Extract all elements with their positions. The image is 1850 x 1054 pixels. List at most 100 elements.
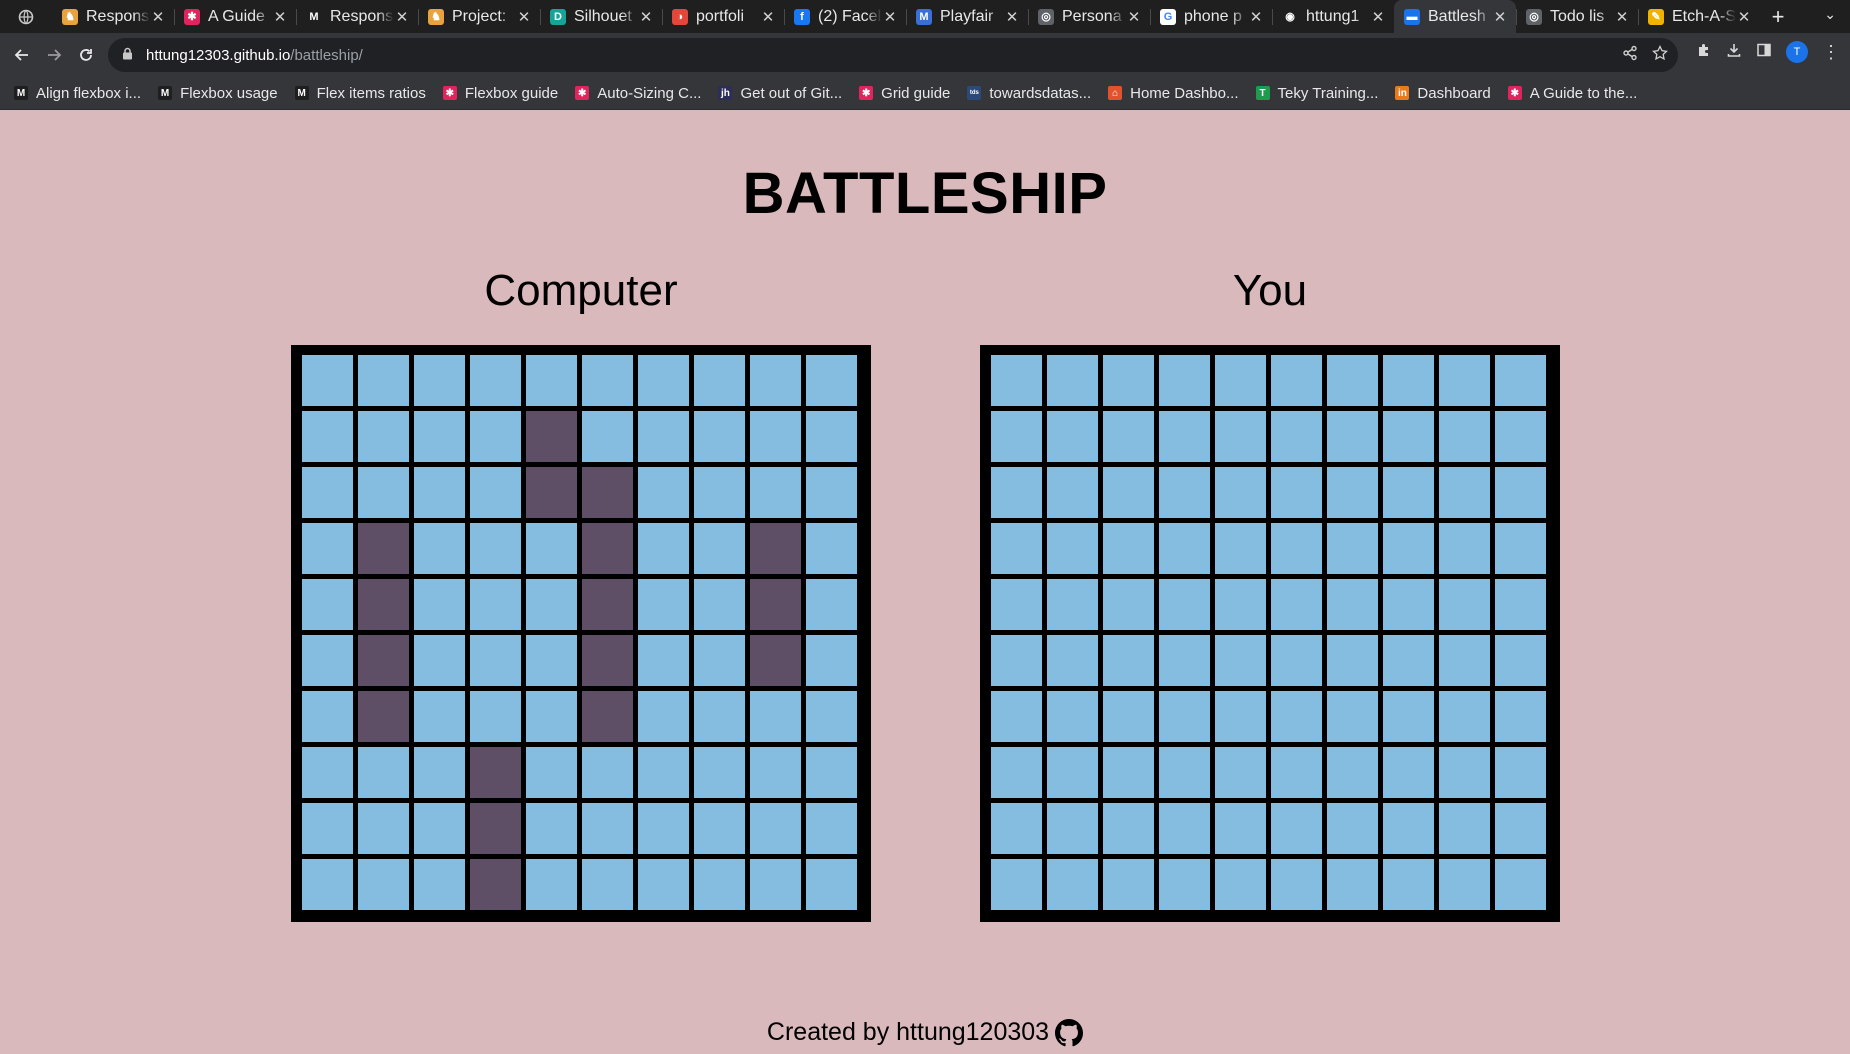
forward-button[interactable] xyxy=(38,39,70,71)
close-icon[interactable]: ✕ xyxy=(394,8,410,26)
close-icon[interactable]: ✕ xyxy=(882,8,898,26)
water-cell[interactable] xyxy=(750,411,801,462)
water-cell[interactable] xyxy=(1103,523,1154,574)
water-cell[interactable] xyxy=(1047,859,1098,910)
water-cell[interactable] xyxy=(991,523,1042,574)
water-cell[interactable] xyxy=(1383,859,1434,910)
water-cell[interactable] xyxy=(1103,355,1154,406)
water-cell[interactable] xyxy=(1439,691,1490,742)
extensions-icon[interactable] xyxy=(1696,42,1712,63)
water-cell[interactable] xyxy=(694,411,745,462)
water-cell[interactable] xyxy=(414,803,465,854)
water-cell[interactable] xyxy=(1159,355,1210,406)
water-cell[interactable] xyxy=(1215,635,1266,686)
water-cell[interactable] xyxy=(358,355,409,406)
browser-tab[interactable]: ◉ httung1 ✕ xyxy=(1272,0,1394,33)
bookmark-item[interactable]: tds towardsdatas... xyxy=(967,85,1091,102)
water-cell[interactable] xyxy=(1271,467,1322,518)
water-cell[interactable] xyxy=(694,467,745,518)
ship-cell[interactable] xyxy=(358,691,409,742)
water-cell[interactable] xyxy=(1439,355,1490,406)
water-cell[interactable] xyxy=(1159,411,1210,462)
water-cell[interactable] xyxy=(638,579,689,630)
browser-tab[interactable]: M Respons ✕ xyxy=(296,0,418,33)
water-cell[interactable] xyxy=(1327,523,1378,574)
water-cell[interactable] xyxy=(1495,411,1546,462)
browser-tab[interactable]: ◑ portfoli ✕ xyxy=(662,0,784,33)
water-cell[interactable] xyxy=(1103,635,1154,686)
browser-tab[interactable]: ✎ Etch-A-S ✕ xyxy=(1638,0,1760,33)
ship-cell[interactable] xyxy=(358,579,409,630)
water-cell[interactable] xyxy=(358,467,409,518)
water-cell[interactable] xyxy=(638,355,689,406)
water-cell[interactable] xyxy=(750,747,801,798)
water-cell[interactable] xyxy=(1327,579,1378,630)
water-cell[interactable] xyxy=(1159,859,1210,910)
water-cell[interactable] xyxy=(302,523,353,574)
water-cell[interactable] xyxy=(302,691,353,742)
close-icon[interactable]: ✕ xyxy=(638,8,654,26)
water-cell[interactable] xyxy=(638,411,689,462)
bookmark-item[interactable]: jh Get out of Git... xyxy=(718,85,842,102)
water-cell[interactable] xyxy=(991,803,1042,854)
browser-tab[interactable]: f (2) Facel ✕ xyxy=(784,0,906,33)
new-tab-button[interactable]: + xyxy=(1760,4,1796,30)
browser-tab[interactable]: Gphone p ✕ xyxy=(1150,0,1272,33)
water-cell[interactable] xyxy=(806,411,857,462)
water-cell[interactable] xyxy=(1327,467,1378,518)
reload-button[interactable] xyxy=(70,39,102,71)
water-cell[interactable] xyxy=(414,691,465,742)
water-cell[interactable] xyxy=(582,803,633,854)
ship-cell[interactable] xyxy=(582,467,633,518)
bookmark-item[interactable]: M Flex items ratios xyxy=(294,85,426,102)
water-cell[interactable] xyxy=(806,579,857,630)
water-cell[interactable] xyxy=(1271,355,1322,406)
water-cell[interactable] xyxy=(806,859,857,910)
water-cell[interactable] xyxy=(1327,691,1378,742)
water-cell[interactable] xyxy=(470,355,521,406)
water-cell[interactable] xyxy=(1271,803,1322,854)
water-cell[interactable] xyxy=(414,467,465,518)
water-cell[interactable] xyxy=(414,579,465,630)
close-icon[interactable]: ✕ xyxy=(760,8,776,26)
profile-avatar[interactable]: T xyxy=(1786,41,1808,63)
water-cell[interactable] xyxy=(1327,355,1378,406)
water-cell[interactable] xyxy=(1327,411,1378,462)
water-cell[interactable] xyxy=(1215,803,1266,854)
back-button[interactable] xyxy=(6,39,38,71)
ship-cell[interactable] xyxy=(358,523,409,574)
water-cell[interactable] xyxy=(1047,355,1098,406)
water-cell[interactable] xyxy=(1383,467,1434,518)
water-cell[interactable] xyxy=(638,467,689,518)
water-cell[interactable] xyxy=(1047,411,1098,462)
water-cell[interactable] xyxy=(1495,579,1546,630)
close-icon[interactable]: ✕ xyxy=(1248,8,1264,26)
water-cell[interactable] xyxy=(991,579,1042,630)
water-cell[interactable] xyxy=(1159,747,1210,798)
water-cell[interactable] xyxy=(1383,411,1434,462)
water-cell[interactable] xyxy=(1103,859,1154,910)
browser-tab[interactable]: ✱ A Guide ✕ xyxy=(174,0,296,33)
water-cell[interactable] xyxy=(750,355,801,406)
water-cell[interactable] xyxy=(694,691,745,742)
water-cell[interactable] xyxy=(1327,803,1378,854)
water-cell[interactable] xyxy=(1439,411,1490,462)
water-cell[interactable] xyxy=(1047,747,1098,798)
browser-tab[interactable]: D Silhouet ✕ xyxy=(540,0,662,33)
water-cell[interactable] xyxy=(302,635,353,686)
water-cell[interactable] xyxy=(1047,803,1098,854)
github-icon[interactable] xyxy=(1055,1018,1084,1047)
water-cell[interactable] xyxy=(1383,355,1434,406)
close-icon[interactable]: ✕ xyxy=(272,8,288,26)
water-cell[interactable] xyxy=(1103,803,1154,854)
browser-tab[interactable]: M Playfair ✕ xyxy=(906,0,1028,33)
water-cell[interactable] xyxy=(1271,523,1322,574)
water-cell[interactable] xyxy=(1383,635,1434,686)
water-cell[interactable] xyxy=(1215,523,1266,574)
water-cell[interactable] xyxy=(582,411,633,462)
water-cell[interactable] xyxy=(806,523,857,574)
bookmark-item[interactable]: ✱ A Guide to the... xyxy=(1507,85,1637,102)
water-cell[interactable] xyxy=(1271,579,1322,630)
water-cell[interactable] xyxy=(750,859,801,910)
close-icon[interactable]: ✕ xyxy=(1736,8,1752,26)
